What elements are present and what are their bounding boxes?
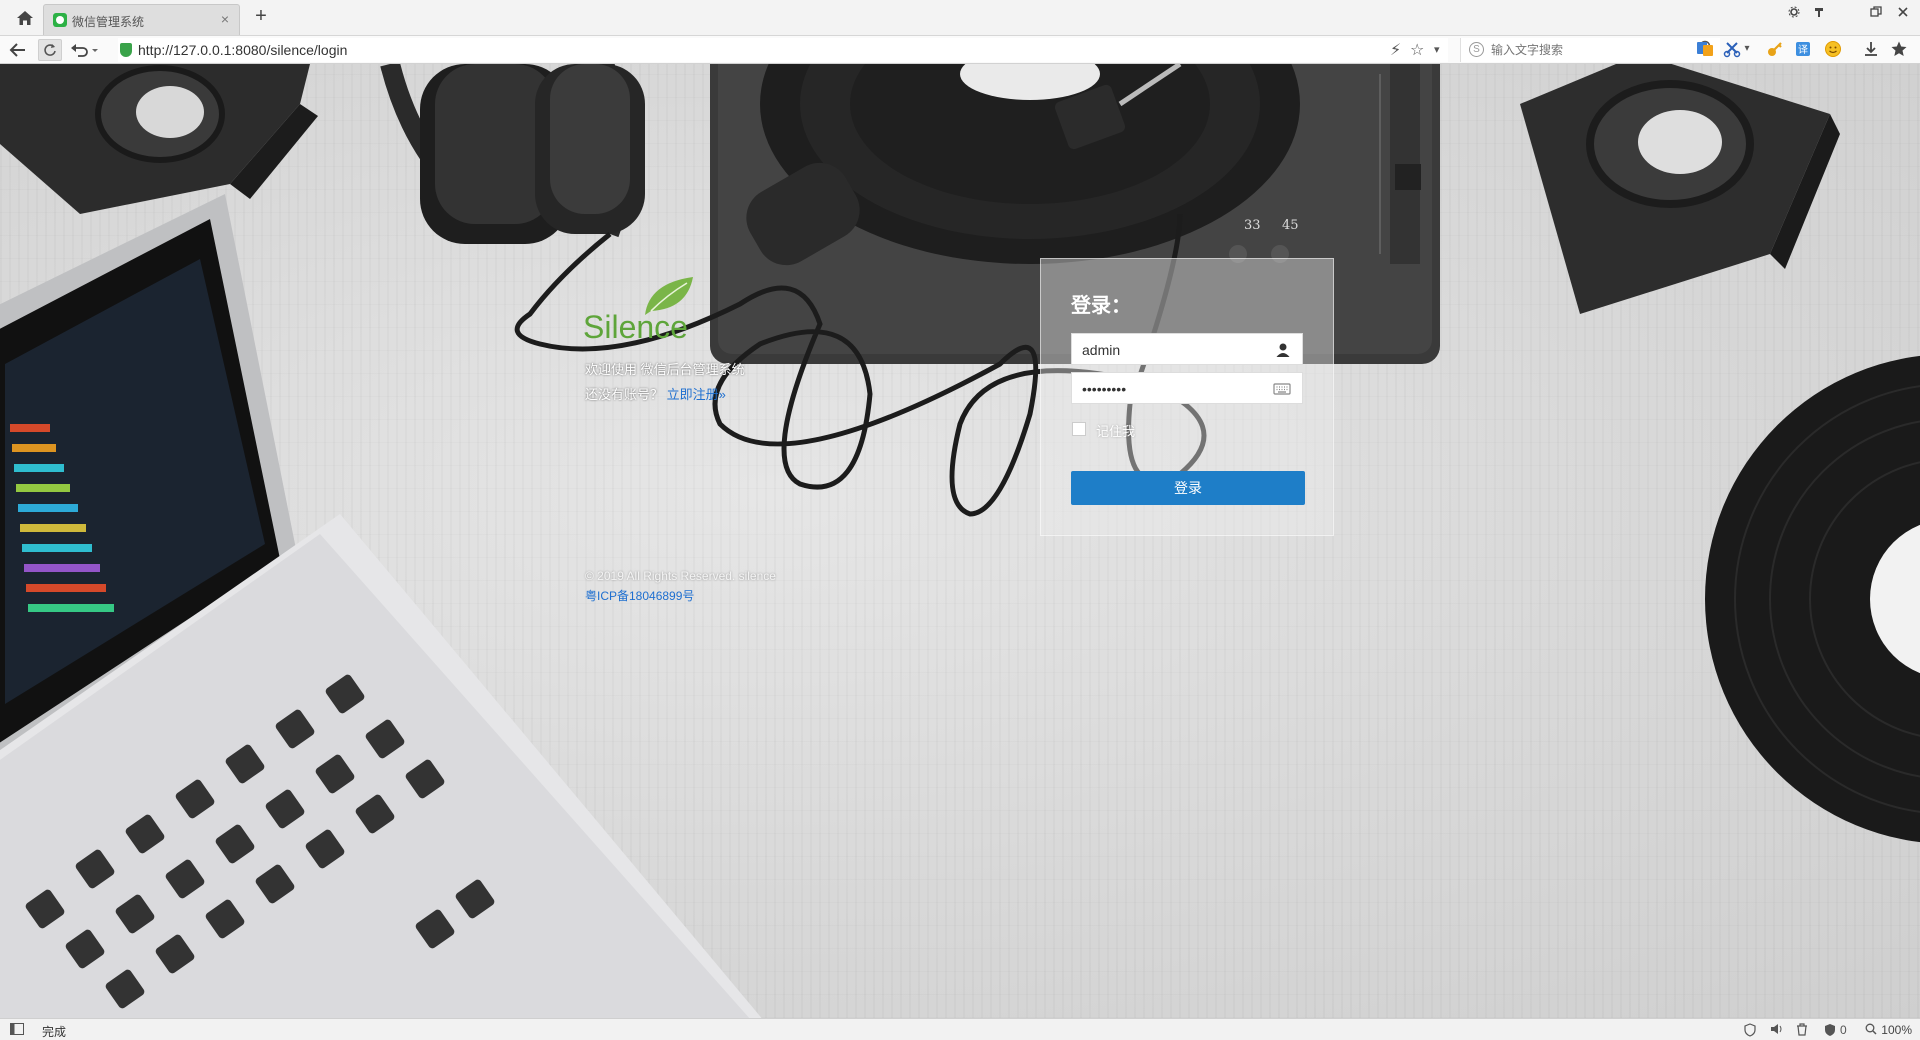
vinyl-record xyxy=(1705,355,1920,843)
search-box[interactable]: S xyxy=(1460,38,1720,62)
login-panel: 登录： 记住我 登录 xyxy=(1040,258,1334,536)
url-text[interactable]: http://127.0.0.1:8080/silence/login xyxy=(138,42,347,58)
remember-checkbox[interactable] xyxy=(1072,422,1086,436)
browser-statusbar: 完成 0 100% xyxy=(0,1018,1920,1040)
undo-close-button[interactable] xyxy=(68,39,102,61)
tab-title: 微信管理系统 xyxy=(72,15,145,29)
no-account-prompt: 还没有账号？ 立即注册» xyxy=(585,384,726,403)
speaker-left xyxy=(0,64,318,214)
tab-close-icon[interactable]: × xyxy=(221,11,229,27)
register-link[interactable]: 立即注册» xyxy=(667,387,726,402)
remember-label[interactable]: 记住我 xyxy=(1096,421,1135,440)
zoom-level[interactable]: 100% xyxy=(1881,1023,1912,1037)
copyright-text: © 2019 All Rights Reserved. silence xyxy=(585,569,776,583)
home-icon xyxy=(17,11,33,25)
search-input[interactable] xyxy=(1491,41,1681,59)
bookmark-star-icon[interactable]: ☆ xyxy=(1410,40,1424,60)
desk-background-image: 33 45 xyxy=(0,64,1920,1018)
close-icon[interactable] xyxy=(1893,6,1913,21)
username-input[interactable] xyxy=(1082,340,1262,360)
password-field[interactable] xyxy=(1071,372,1303,404)
download-icon[interactable] xyxy=(1862,40,1880,58)
headphones xyxy=(380,64,645,244)
speed-45-label: 45 xyxy=(1282,218,1299,233)
pin-icon[interactable] xyxy=(1809,6,1829,21)
undo-icon xyxy=(71,44,98,57)
favorites-star-icon[interactable] xyxy=(1890,40,1908,58)
refresh-button[interactable] xyxy=(38,39,62,61)
silence-logo: Silence xyxy=(583,275,703,345)
user-icon xyxy=(1276,343,1290,357)
scissors-dropdown-icon[interactable]: ▾ xyxy=(1742,40,1752,58)
address-bar[interactable]: http://127.0.0.1:8080/silence/login ⚡ ☆ … xyxy=(118,38,1448,62)
translate-badge-icon[interactable]: 译 xyxy=(1794,40,1812,58)
password-input[interactable] xyxy=(1082,379,1262,399)
back-arrow-icon xyxy=(9,43,25,57)
browser-tab[interactable]: 微信管理系统 × xyxy=(43,4,240,35)
new-tab-button[interactable]: + xyxy=(250,5,272,28)
shield-badge-icon[interactable] xyxy=(1824,1023,1836,1040)
zoom-icon[interactable] xyxy=(1865,1023,1877,1038)
logo-text: Silence xyxy=(583,309,688,345)
security-status-icon[interactable] xyxy=(1744,1023,1756,1040)
speed-dial-icon[interactable]: ⚡ xyxy=(1390,40,1401,60)
secure-shield-icon xyxy=(120,43,132,57)
volume-icon[interactable] xyxy=(1770,1023,1784,1038)
restore-icon[interactable] xyxy=(1866,6,1886,21)
sidebar-toggle-icon[interactable] xyxy=(10,1023,24,1038)
back-button[interactable] xyxy=(6,39,30,61)
settings-icon[interactable] xyxy=(1784,6,1804,21)
status-text: 完成 xyxy=(42,1025,67,1039)
wechat-favicon-icon xyxy=(53,13,67,27)
speed-33-label: 33 xyxy=(1244,218,1261,233)
page-viewport: 33 45 Silence 欢迎使用 微信后台管理系统 还没有账号？ 立即注册»… xyxy=(0,64,1920,1018)
translate-icon[interactable] xyxy=(1696,40,1714,58)
scissors-icon[interactable] xyxy=(1723,40,1741,58)
speaker-right xyxy=(1520,64,1840,314)
login-button[interactable]: 登录 xyxy=(1071,471,1305,505)
home-button[interactable] xyxy=(14,9,36,27)
svg-text:译: 译 xyxy=(1798,44,1808,56)
browser-navbar: http://127.0.0.1:8080/silence/login ⚡ ☆ … xyxy=(0,36,1920,64)
refresh-icon xyxy=(44,44,56,56)
emoji-icon[interactable] xyxy=(1824,40,1842,58)
badge-count: 0 xyxy=(1840,1023,1847,1037)
trash-icon[interactable] xyxy=(1796,1023,1808,1039)
dropdown-arrow-icon[interactable]: ▾ xyxy=(1434,43,1440,56)
search-engine-icon[interactable]: S xyxy=(1469,42,1484,57)
key-icon[interactable] xyxy=(1766,40,1784,58)
browser-tabbar: 微信管理系统 × + xyxy=(0,0,1920,36)
icp-link[interactable]: 粤ICP备18046899号 xyxy=(585,587,694,604)
keyboard-icon[interactable] xyxy=(1272,380,1292,398)
no-account-text: 还没有账号？ xyxy=(585,387,664,402)
welcome-text: 欢迎使用 微信后台管理系统 xyxy=(585,362,745,377)
username-field[interactable] xyxy=(1071,333,1303,365)
login-title: 登录： xyxy=(1071,295,1131,317)
